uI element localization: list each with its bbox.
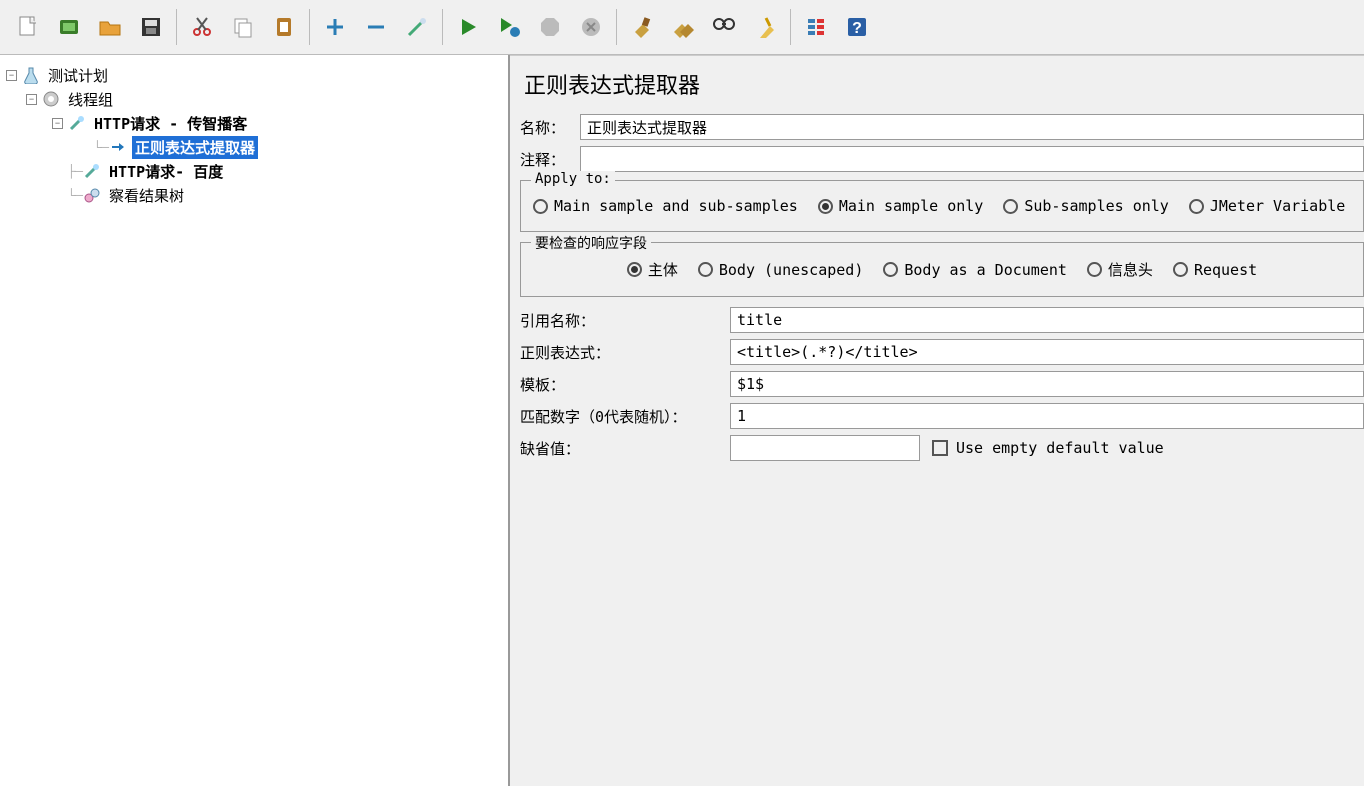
postprocessor-icon [108,137,128,157]
radio-jmeter-var[interactable]: JMeter Variable [1189,197,1345,215]
sampler-icon [82,161,102,181]
regex-input[interactable] [730,339,1364,365]
apply-to-title: Apply to: [531,171,615,187]
collapse-icon[interactable]: − [6,70,17,81]
checkbox-icon [932,440,948,456]
save-icon[interactable] [131,7,171,47]
name-label: 名称： [520,117,580,138]
shutdown-icon[interactable] [571,7,611,47]
field-to-check-radios: 主体 Body (unescaped) Body as a Document 信… [529,253,1355,286]
toolbar-separator [309,9,310,45]
test-plan-tree[interactable]: − 测试计划 − 线程组 − HTTP请求 - 传智播客 └─ 正则表达式提取器… [0,55,510,786]
toolbar: ? [0,0,1364,55]
panel-title: 正则表达式提取器 [520,68,1364,100]
radio-body-document[interactable]: Body as a Document [883,261,1067,279]
listener-icon [82,185,102,205]
radio-body-unescaped[interactable]: Body (unescaped) [698,261,864,279]
tree-node-http1[interactable]: − HTTP请求 - 传智播客 [6,111,502,135]
collapse-icon[interactable]: − [26,94,37,105]
flask-icon [21,65,41,85]
paste-icon[interactable] [264,7,304,47]
toolbar-separator [790,9,791,45]
minus-icon[interactable] [356,7,396,47]
regex-label: 正则表达式： [520,342,730,363]
ref-name-input[interactable] [730,307,1364,333]
element-editor: 正则表达式提取器 名称： 注释： Apply to: Main sample a… [510,55,1364,786]
radio-headers[interactable]: 信息头 [1087,259,1153,280]
tree-label: 测试计划 [45,64,111,87]
toolbar-separator [616,9,617,45]
templates-icon[interactable] [49,7,89,47]
svg-text:?: ? [852,20,862,37]
apply-to-group: Apply to: Main sample and sub-samples Ma… [520,180,1364,232]
tree-label: HTTP请求- 百度 [106,160,226,183]
tree-label: HTTP请求 - 传智播客 [91,112,250,135]
match-no-label: 匹配数字（0代表随机）： [520,406,730,427]
default-input[interactable] [730,435,920,461]
ref-name-label: 引用名称： [520,310,730,331]
template-label: 模板： [520,374,730,395]
tree-label: 正则表达式提取器 [132,136,258,159]
extractor-form: 引用名称： 正则表达式： 模板： 匹配数字（0代表随机）： 缺省值： Use e… [520,307,1364,461]
radio-main-and-sub[interactable]: Main sample and sub-samples [533,197,798,215]
field-to-check-title: 要检查的响应字段 [531,233,651,253]
toolbar-separator [442,9,443,45]
copy-icon[interactable] [223,7,263,47]
match-no-input[interactable] [730,403,1364,429]
open-icon[interactable] [90,7,130,47]
toggle-icon[interactable] [796,7,836,47]
broom-icon[interactable] [745,7,785,47]
default-label: 缺省值： [520,438,730,459]
radio-sub-only[interactable]: Sub-samples only [1003,197,1169,215]
field-to-check-group: 要检查的响应字段 主体 Body (unescaped) Body as a D… [520,242,1364,297]
tree-label: 察看结果树 [106,184,187,207]
clear-all-icon[interactable] [663,7,703,47]
tree-node-http2[interactable]: ├─ HTTP请求- 百度 [6,159,502,183]
radio-main-only[interactable]: Main sample only [818,197,984,215]
radio-request[interactable]: Request [1173,261,1257,279]
search-icon[interactable] [704,7,744,47]
new-icon[interactable] [8,7,48,47]
collapse-icon[interactable]: − [52,118,63,129]
tree-node-results-tree[interactable]: └─ 察看结果树 [6,183,502,207]
tree-node-regex-extractor[interactable]: └─ 正则表达式提取器 [6,135,502,159]
run-icon[interactable] [448,7,488,47]
comment-input[interactable] [580,146,1364,172]
stop-icon[interactable] [530,7,570,47]
wand-icon[interactable] [397,7,437,47]
gear-icon [41,89,61,109]
plus-icon[interactable] [315,7,355,47]
apply-to-radios: Main sample and sub-samples Main sample … [529,191,1355,221]
tree-node-thread-group[interactable]: − 线程组 [6,87,502,111]
toolbar-separator [176,9,177,45]
template-input[interactable] [730,371,1364,397]
tree-label: 线程组 [65,88,116,111]
help-icon[interactable]: ? [837,7,877,47]
tree-node-test-plan[interactable]: − 测试计划 [6,63,502,87]
name-input[interactable] [580,114,1364,140]
radio-body[interactable]: 主体 [627,259,678,280]
sampler-icon [67,113,87,133]
cut-icon[interactable] [182,7,222,47]
run-current-icon[interactable] [489,7,529,47]
use-empty-default-checkbox[interactable]: Use empty default value [932,439,1164,457]
clear-icon[interactable] [622,7,662,47]
comment-label: 注释： [520,149,580,170]
